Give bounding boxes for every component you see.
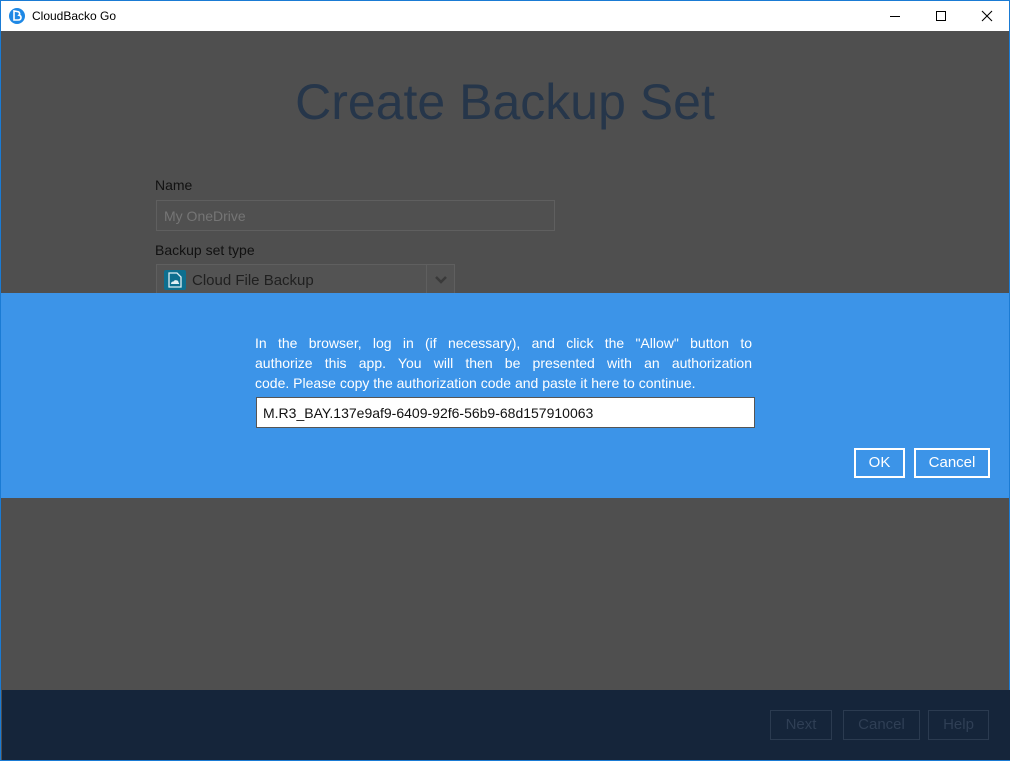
dialog-message: In the browser, log in (if necessary), a… [255, 333, 752, 393]
cloud-file-icon [164, 270, 186, 290]
page-title: Create Backup Set [295, 74, 715, 130]
dialog-message-line: authorize this app. You will then be pre… [255, 355, 752, 371]
dialog-cancel-button[interactable]: Cancel [914, 448, 990, 478]
maximize-button[interactable] [918, 1, 964, 31]
title-bar: CloudBacko Go [0, 0, 1010, 31]
name-label: Name [155, 177, 193, 193]
backup-set-type-value: Cloud File Backup [192, 272, 314, 289]
dialog-message-line: code. Please copy the authorization code… [255, 375, 696, 391]
name-input[interactable] [156, 200, 555, 231]
next-button[interactable]: Next [770, 710, 832, 740]
backup-set-type-select[interactable]: Cloud File Backup [156, 264, 455, 295]
ok-button[interactable]: OK [854, 448, 905, 478]
cloudbacko-logo-icon [9, 8, 25, 24]
help-button[interactable]: Help [928, 710, 989, 740]
dropdown-toggle[interactable] [426, 265, 454, 294]
close-button[interactable] [964, 1, 1010, 31]
dialog-message-line: In the browser, log in (if necessary), a… [255, 335, 752, 351]
authorization-code-input[interactable] [256, 397, 755, 428]
chevron-down-icon [435, 276, 447, 284]
authorization-dialog: In the browser, log in (if necessary), a… [1, 293, 1009, 498]
minimize-button[interactable] [872, 1, 918, 31]
close-icon [981, 10, 993, 22]
maximize-icon [936, 11, 946, 21]
window-title: CloudBacko Go [32, 9, 117, 23]
footer-cancel-button[interactable]: Cancel [843, 710, 920, 740]
minimize-icon [890, 16, 900, 17]
backup-set-type-label: Backup set type [155, 242, 255, 258]
footer-bar: Next Cancel Help [2, 690, 1010, 760]
